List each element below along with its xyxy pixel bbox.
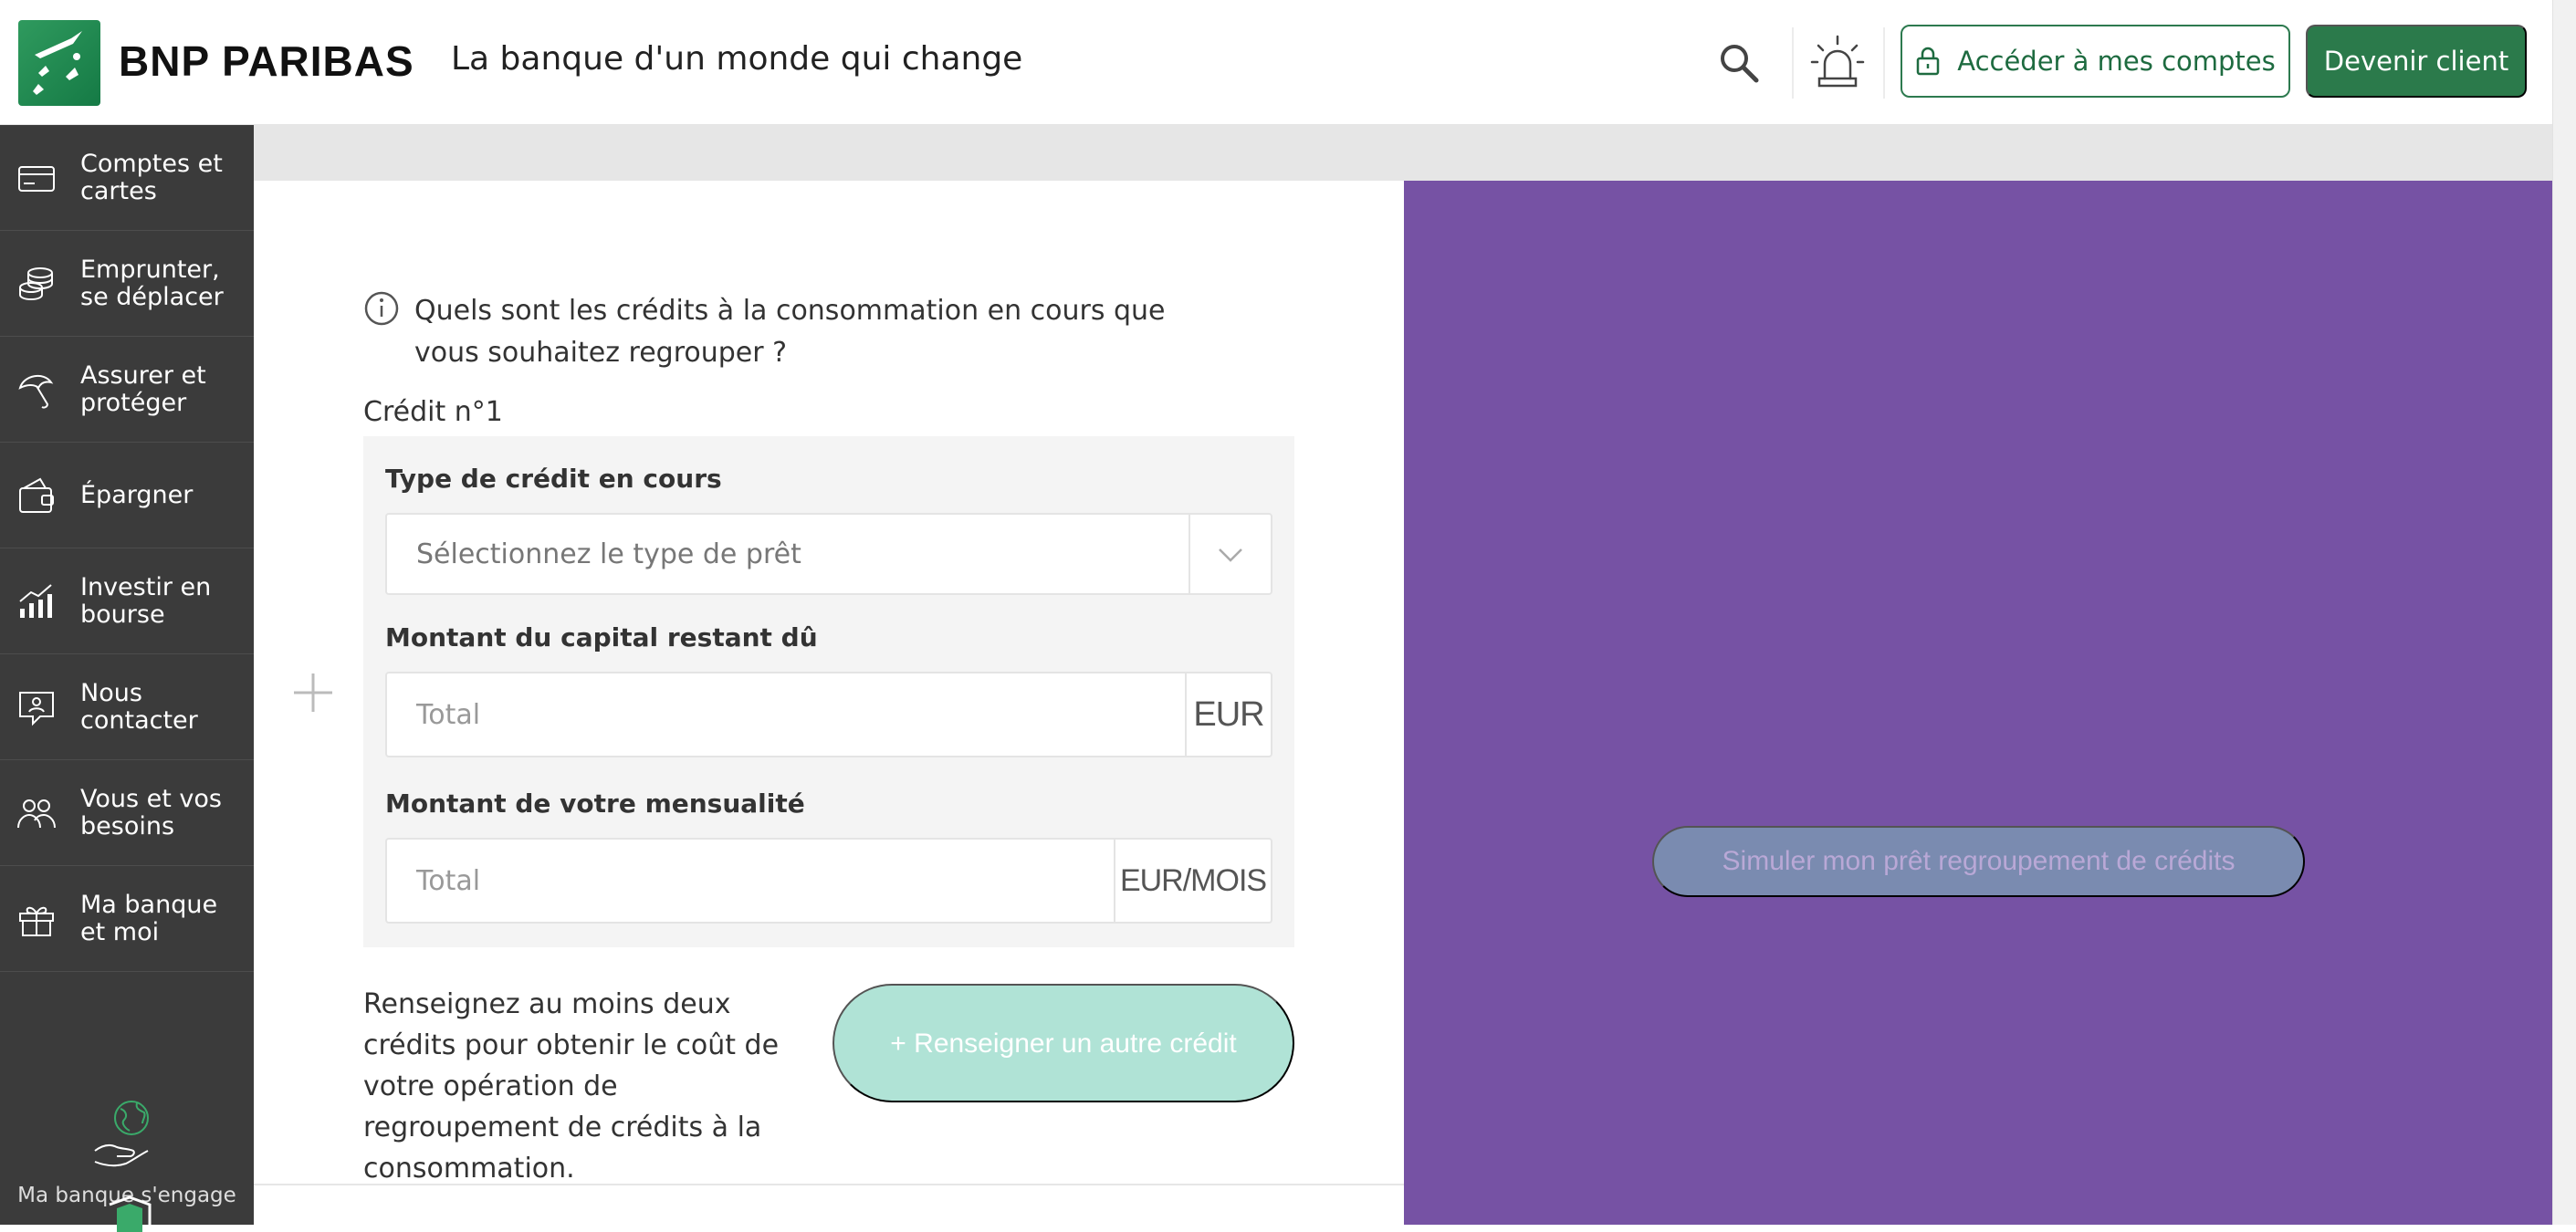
- sidebar-item-label: Vous et vos besoins: [80, 784, 222, 840]
- sidebar-item-label: Assurer et protéger: [80, 360, 206, 417]
- sidebar-item-label: Nous contacter: [80, 678, 198, 735]
- umbrella-icon: [18, 374, 54, 409]
- bnp-logo-icon[interactable]: [18, 20, 100, 106]
- add-credit-button[interactable]: + Renseigner un autre crédit: [832, 984, 1294, 1102]
- sidebar-item-ma-banque[interactable]: Ma banque et moi: [0, 866, 254, 972]
- sidebar-item-engage[interactable]: Ma banque s'engage: [0, 1098, 254, 1209]
- monthly-placeholder: Total: [416, 865, 481, 897]
- site-header: BNP PARIBAS La banque d'un monde qui cha…: [0, 0, 2552, 125]
- people-icon: [17, 799, 56, 828]
- sidebar-item-label: Investir en bourse: [80, 572, 212, 629]
- sidebar-item-label: Épargner: [80, 480, 194, 509]
- card-icon: [18, 165, 55, 192]
- info-icon: [364, 291, 399, 326]
- sidebar-nav: Comptes et cartes Emprunter, se déplacer…: [0, 125, 254, 1232]
- sidebar-item-label: Comptes et cartes: [80, 149, 223, 205]
- capital-input[interactable]: Total EUR: [385, 672, 1272, 757]
- capital-unit: EUR: [1185, 673, 1271, 756]
- gift-icon: [19, 906, 54, 936]
- capital-placeholder: Total: [416, 699, 481, 731]
- sidebar-item-investir[interactable]: Investir en bourse: [0, 548, 254, 654]
- alarm-icon[interactable]: [1809, 33, 1866, 91]
- access-accounts-label: Accéder à mes comptes: [1957, 46, 2276, 77]
- wallet-icon: [19, 477, 54, 513]
- sidebar-item-contacter[interactable]: Nous contacter: [0, 654, 254, 760]
- lock-icon: [1916, 47, 1940, 76]
- shield-icon[interactable]: [102, 1195, 157, 1232]
- simulation-panel: [1404, 181, 2552, 1225]
- credits-question: Quels sont les crédits à la consommation…: [414, 295, 1166, 369]
- access-accounts-button[interactable]: Accéder à mes comptes: [1901, 25, 2290, 98]
- contact-icon: [19, 691, 54, 726]
- credit-type-placeholder: Sélectionnez le type de prêt: [416, 538, 801, 570]
- chart-icon: [19, 583, 52, 618]
- sidebar-item-label: Emprunter, se déplacer: [80, 255, 224, 311]
- become-client-button[interactable]: Devenir client: [2306, 25, 2527, 98]
- brand-name: BNP PARIBAS: [119, 37, 414, 85]
- chevron-down-icon: [1219, 548, 1242, 562]
- sidebar-item-label: Ma banque et moi: [80, 890, 218, 946]
- credit-title: Crédit n°1: [363, 396, 503, 428]
- sidebar-item-epargner[interactable]: Épargner: [0, 443, 254, 548]
- credit-form-card: Type de crédit en cours Sélectionnez le …: [363, 436, 1294, 947]
- credit-type-select[interactable]: Sélectionnez le type de prêt: [385, 513, 1272, 595]
- sidebar-item-emprunter[interactable]: Emprunter, se déplacer: [0, 231, 254, 337]
- top-band: [254, 125, 2552, 181]
- globe-hand-icon: [94, 1101, 149, 1167]
- page-scrollbar[interactable]: [2552, 0, 2576, 1225]
- monthly-input[interactable]: Total EUR/MOIS: [385, 838, 1272, 924]
- monthly-unit: EUR/MOIS: [1114, 840, 1271, 922]
- expand-plus-icon[interactable]: [290, 670, 336, 715]
- monthly-label: Montant de votre mensualité: [385, 788, 805, 819]
- coins-icon: [19, 266, 53, 300]
- search-icon[interactable]: [1716, 40, 1762, 86]
- minimum-credits-hint: Renseignez au moins deux crédits pour ob…: [363, 988, 780, 1185]
- sidebar-item-besoins[interactable]: Vous et vos besoins: [0, 760, 254, 866]
- capital-label: Montant du capital restant dû: [385, 622, 818, 653]
- credit-type-label: Type de crédit en cours: [385, 464, 722, 494]
- simulate-loan-button[interactable]: Simuler mon prêt regroupement de crédits: [1652, 826, 2305, 897]
- header-separator: [1792, 27, 1794, 99]
- select-divider: [1189, 515, 1190, 593]
- brand-tagline: La banque d'un monde qui change: [451, 40, 1023, 78]
- sidebar-item-assurer[interactable]: Assurer et protéger: [0, 337, 254, 443]
- sidebar-item-comptes[interactable]: Comptes et cartes: [0, 125, 254, 231]
- header-separator: [1883, 27, 1885, 99]
